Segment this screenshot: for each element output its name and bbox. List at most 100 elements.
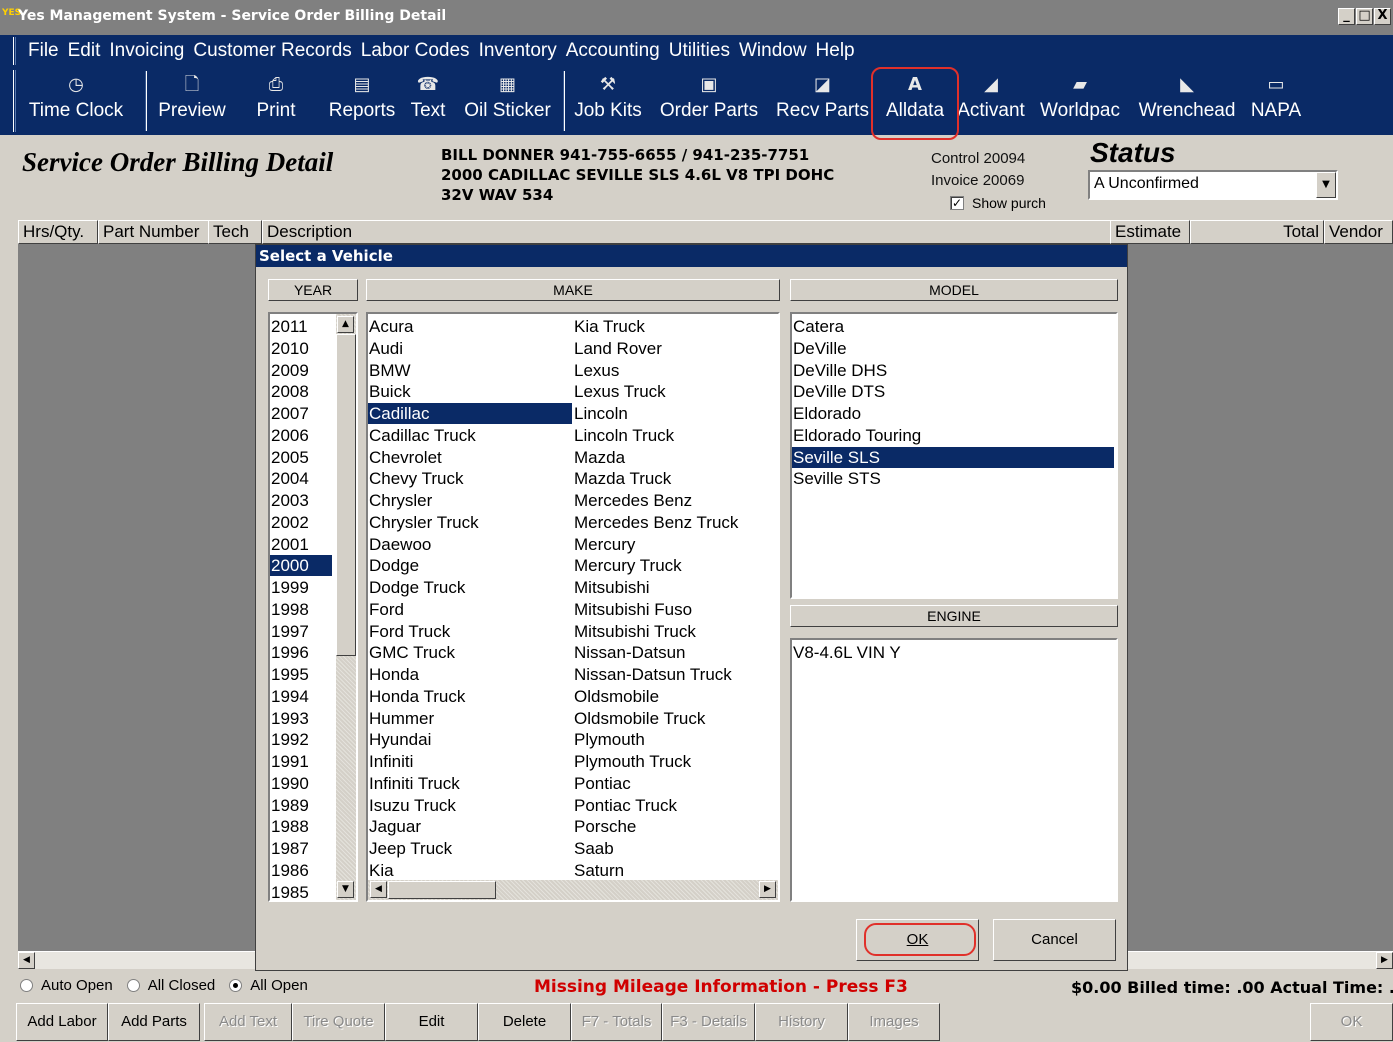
add-parts-button[interactable]: Add Parts xyxy=(108,1003,200,1041)
make-list-item[interactable]: Pontiac Truck xyxy=(573,795,773,816)
model-list-item[interactable]: DeVille xyxy=(792,338,1114,359)
print-button[interactable]: ⎙ Print xyxy=(252,73,300,131)
year-list-item[interactable]: 1987 xyxy=(270,838,332,859)
reports-button[interactable]: ▤ Reports xyxy=(326,73,398,131)
make-list-item[interactable]: Porsche xyxy=(573,816,773,837)
col-total[interactable]: Total xyxy=(1190,220,1324,244)
totals-button[interactable]: F7 - Totals xyxy=(571,1003,662,1041)
napa-button[interactable]: ▭ NAPA xyxy=(1248,73,1304,131)
add-text-button[interactable]: Add Text xyxy=(204,1003,292,1041)
make-list-item[interactable]: Kia Truck xyxy=(573,316,773,337)
menu-edit[interactable]: Edit xyxy=(68,40,101,62)
make-list-item[interactable]: Hyundai xyxy=(368,729,572,750)
menu-help[interactable]: Help xyxy=(816,40,855,62)
year-scrollbar[interactable]: ▲ ▼ xyxy=(336,314,356,900)
year-list-item[interactable]: 1989 xyxy=(270,795,332,816)
make-list-item[interactable]: Saab xyxy=(573,838,773,859)
make-list-item[interactable]: Honda xyxy=(368,664,572,685)
make-list-item[interactable]: Ford Truck xyxy=(368,621,572,642)
make-list-item[interactable]: Lexus xyxy=(573,360,773,381)
images-button[interactable]: Images xyxy=(848,1003,940,1041)
model-list[interactable]: Catera DeVille DeVille DHS DeVille DTS Eldor… xyxy=(790,312,1118,599)
engine-list[interactable]: V8-4.6L VIN Y xyxy=(790,638,1118,902)
text-button[interactable]: ☎ Text xyxy=(408,73,448,131)
make-list-item[interactable]: Chevrolet xyxy=(368,447,572,468)
oil-sticker-button[interactable]: ▦ Oil Sticker xyxy=(461,73,554,131)
show-purch-checkbox[interactable]: ✓ Show purch xyxy=(950,195,1046,211)
make-list-item[interactable]: Infiniti xyxy=(368,751,572,772)
wrenchead-button[interactable]: ◣ Wrenchead xyxy=(1133,73,1241,131)
scroll-left-icon[interactable]: ◀ xyxy=(18,952,35,969)
make-list-item[interactable]: Chrysler xyxy=(368,490,572,511)
scroll-up-icon[interactable]: ▲ xyxy=(337,316,354,333)
year-list-item[interactable]: 2006 xyxy=(270,425,332,446)
model-list-item[interactable]: DeVille DHS xyxy=(792,360,1114,381)
make-scroll-thumb[interactable] xyxy=(388,881,496,899)
radio-all-closed[interactable]: All Closed xyxy=(126,977,215,994)
make-list-item[interactable]: Jeep Truck xyxy=(368,838,572,859)
history-button[interactable]: History xyxy=(755,1003,848,1041)
make-list-item[interactable]: Daewoo xyxy=(368,534,572,555)
year-list-item[interactable]: 2004 xyxy=(270,468,332,489)
make-list-item[interactable]: Lincoln xyxy=(573,403,773,424)
make-list-item[interactable]: Mitsubishi Fuso xyxy=(573,599,773,620)
year-list-item[interactable]: 2005 xyxy=(270,447,332,468)
make-list-item[interactable]: Acura xyxy=(368,316,572,337)
make-list-item[interactable]: Jaguar xyxy=(368,816,572,837)
menu-window[interactable]: Window xyxy=(739,40,807,62)
scroll-right-icon[interactable]: ▶ xyxy=(1376,952,1393,969)
make-list-item[interactable]: Dodge Truck xyxy=(368,577,572,598)
make-list-item[interactable]: Mercedes Benz xyxy=(573,490,773,511)
maximize-button[interactable]: □ xyxy=(1356,8,1373,25)
main-ok-button[interactable]: OK xyxy=(1310,1003,1393,1041)
make-horizontal-scrollbar[interactable]: ◀ ▶ xyxy=(368,880,778,900)
year-list-item[interactable]: 2009 xyxy=(270,360,332,381)
model-list-item[interactable]: Catera xyxy=(792,316,1114,337)
status-dropdown[interactable]: A Unconfirmed ▼ xyxy=(1088,170,1338,200)
make-list-item[interactable]: Dodge xyxy=(368,555,572,576)
make-list-item[interactable]: Saturn xyxy=(573,860,773,881)
make-list-item[interactable]: Infiniti Truck xyxy=(368,773,572,794)
year-list-item[interactable]: 1999 xyxy=(270,577,332,598)
year-list-item[interactable]: 1991 xyxy=(270,751,332,772)
year-list-item[interactable]: 1995 xyxy=(270,664,332,685)
model-list-item[interactable]: Seville SLS xyxy=(792,446,1114,468)
col-vendor[interactable]: Vendor xyxy=(1324,220,1393,244)
col-description[interactable]: Description xyxy=(262,220,1117,244)
year-list-item[interactable]: 1986 xyxy=(270,860,332,881)
tire-quote-button[interactable]: Tire Quote xyxy=(292,1003,385,1041)
scroll-left-icon[interactable]: ◀ xyxy=(370,881,387,898)
make-list-item[interactable]: Chevy Truck xyxy=(368,468,572,489)
time-clock-button[interactable]: ◷ Time Clock xyxy=(24,73,128,131)
make-list-item[interactable]: BMW xyxy=(368,360,572,381)
make-list-item[interactable]: GMC Truck xyxy=(368,642,572,663)
radio-auto-open[interactable]: Auto Open xyxy=(20,977,113,994)
make-list-item[interactable]: Mitsubishi xyxy=(573,577,773,598)
make-list-item[interactable]: Plymouth xyxy=(573,729,773,750)
make-list-item[interactable]: Audi xyxy=(368,338,572,359)
make-list-item[interactable]: Isuzu Truck xyxy=(368,795,572,816)
year-list-item[interactable]: 1996 xyxy=(270,642,332,663)
make-list-item[interactable]: Cadillac xyxy=(368,403,572,424)
make-list-item[interactable]: Mercedes Benz Truck xyxy=(573,512,773,533)
make-list[interactable]: ◀ ▶ Acura Audi BMW Buick Cadillac Cadillac Tr… xyxy=(366,312,780,902)
year-list-item[interactable]: 1998 xyxy=(270,599,332,620)
year-list-item[interactable]: 2011 xyxy=(270,316,332,337)
make-list-item[interactable]: Buick xyxy=(368,381,572,402)
col-hrs-qty[interactable]: Hrs/Qty. xyxy=(18,220,98,244)
details-button[interactable]: F3 - Details xyxy=(662,1003,755,1041)
year-list-item[interactable]: 2003 xyxy=(270,490,332,511)
year-list-item[interactable]: 1985 xyxy=(270,882,332,901)
year-list-item[interactable]: 1988 xyxy=(270,816,332,837)
model-list-item[interactable]: Eldorado Touring xyxy=(792,425,1114,446)
engine-list-item[interactable]: V8-4.6L VIN Y xyxy=(792,642,1114,663)
preview-button[interactable]: 🗋 Preview xyxy=(154,73,230,131)
year-list[interactable]: ▲ ▼ 2011 2010 2009 2008 2007 2006 2005 2004 2003… xyxy=(268,312,358,902)
year-list-item[interactable]: 1990 xyxy=(270,773,332,794)
menu-invoicing[interactable]: Invoicing xyxy=(109,40,184,62)
make-list-item[interactable]: Pontiac xyxy=(573,773,773,794)
make-list-item[interactable]: Lexus Truck xyxy=(573,381,773,402)
year-list-item[interactable]: 1992 xyxy=(270,729,332,750)
make-list-item[interactable]: Nissan-Datsun xyxy=(573,642,773,663)
year-list-item[interactable]: 2001 xyxy=(270,534,332,555)
